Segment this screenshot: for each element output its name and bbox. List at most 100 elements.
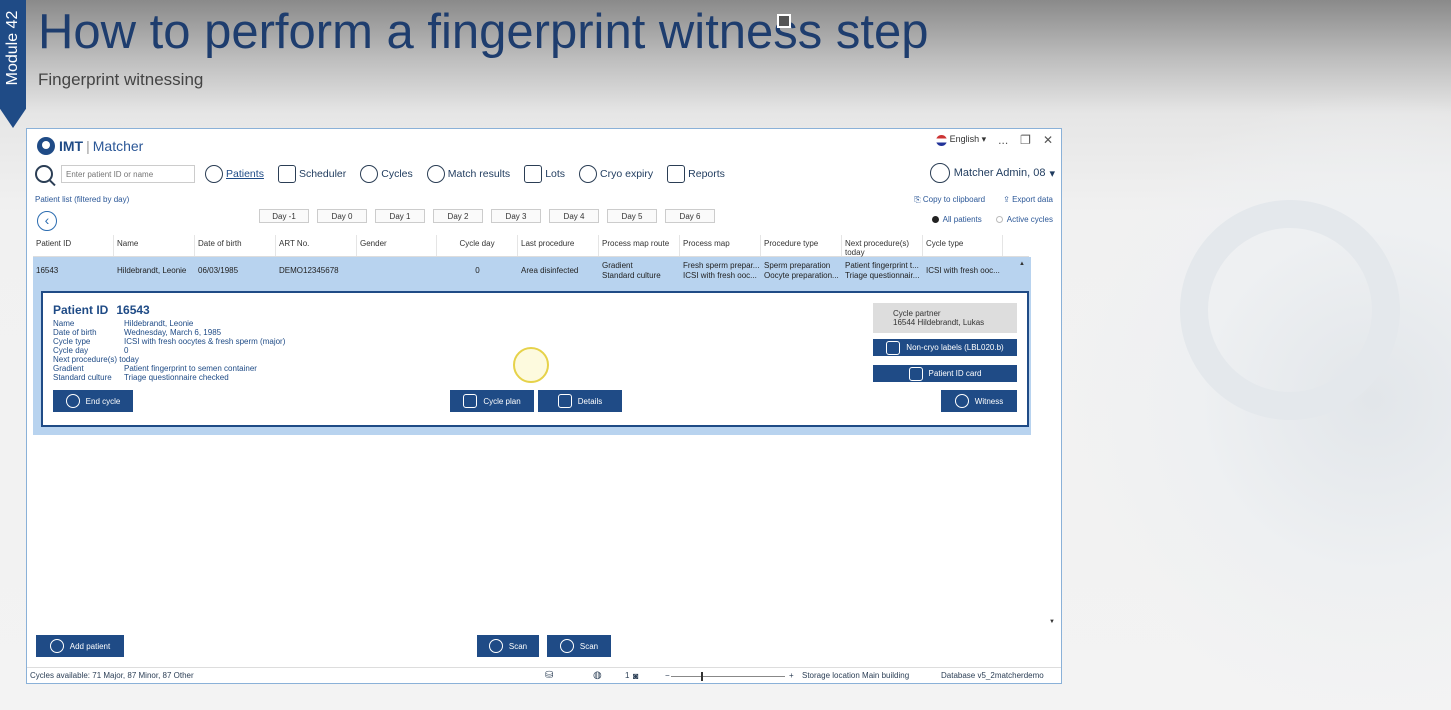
pid-value: 16543 xyxy=(116,303,150,317)
zoom-slider[interactable] xyxy=(671,672,785,681)
copy-label: Copy to clipboard xyxy=(922,195,986,204)
day-button[interactable]: Day 4 xyxy=(549,209,599,223)
restore-button[interactable]: ❐ xyxy=(1020,133,1031,147)
cycle-plan-icon xyxy=(463,394,478,408)
cell-art: DEMO12345678 xyxy=(279,266,339,275)
scan-fingerprint-button[interactable]: Scan xyxy=(477,635,539,657)
scan-barcode-button[interactable]: Scan xyxy=(547,635,611,657)
table-row[interactable]: 16543 Hildebrandt, Leonie 06/03/1985 DEM… xyxy=(33,257,1031,435)
calendar-icon xyxy=(277,165,296,183)
non-cryo-labels-button[interactable]: Non-cryo labels (LBL020.b) xyxy=(873,339,1017,356)
minimize-button[interactable]: ... xyxy=(998,133,1008,147)
list-label: Patient list (filtered by day) xyxy=(35,195,130,204)
search-icon[interactable] xyxy=(35,165,53,183)
database-name: Database v5_2matcherdemo xyxy=(941,671,1044,680)
column-header[interactable]: Next procedure(s) today xyxy=(842,235,923,257)
column-header[interactable]: Date of birth xyxy=(195,235,276,256)
user-name: Matcher Admin, 08 xyxy=(953,167,1046,179)
column-header[interactable]: Process map xyxy=(680,235,761,256)
end-cycle-button[interactable]: End cycle xyxy=(53,390,133,412)
user-menu[interactable]: Matcher Admin, 08 ▾ xyxy=(929,163,1055,183)
column-header[interactable]: Process map route xyxy=(599,235,680,256)
nav-lots[interactable]: Lots xyxy=(524,165,565,183)
column-header[interactable]: Last procedure xyxy=(518,235,599,256)
column-header[interactable]: Patient ID xyxy=(33,235,114,256)
zoom-out-icon[interactable]: − xyxy=(665,671,670,680)
detail-key: Cycle day xyxy=(53,346,89,355)
day-button[interactable]: Day 6 xyxy=(665,209,715,223)
details-button[interactable]: Details xyxy=(538,390,622,412)
nav-reports[interactable]: Reports xyxy=(667,165,725,183)
nav-bar: Patients Scheduler Cycles Match results … xyxy=(27,159,1061,189)
day-button[interactable]: Day 2 xyxy=(433,209,483,223)
column-header[interactable]: Cycle day xyxy=(437,235,518,256)
button-label: Scan xyxy=(579,641,599,651)
module-label: Module 42 xyxy=(4,10,21,86)
module-tab: Module 42 xyxy=(0,0,26,128)
background-ring xyxy=(1180,200,1400,420)
export-label: Export data xyxy=(1012,195,1053,204)
export-data-link[interactable]: ⇪ Export data xyxy=(1003,195,1053,205)
detail-value: Hildebrandt, Leonie xyxy=(124,319,194,328)
cycle-partner-box: Cycle partner 16544 Hildebrandt, Lukas xyxy=(873,303,1017,333)
day-button[interactable]: Day 5 xyxy=(607,209,657,223)
detail-value: Triage questionnaire checked xyxy=(124,373,229,382)
column-header[interactable]: Name xyxy=(114,235,195,256)
column-header[interactable]: Procedure type xyxy=(761,235,842,256)
column-header[interactable]: Gender xyxy=(357,235,437,256)
search-icon xyxy=(954,394,969,408)
back-arrow-icon[interactable]: ‹ xyxy=(37,211,57,231)
cycle-plan-button[interactable]: Cycle plan xyxy=(450,390,534,412)
day-filter: Day -1 Day 0 Day 1 Day 2 Day 3 Day 4 Day… xyxy=(259,209,715,223)
day-button[interactable]: Day 0 xyxy=(317,209,367,223)
day-button[interactable]: Day 1 xyxy=(375,209,425,223)
button-label: Details xyxy=(577,396,603,406)
cycles-available: Cycles available: 71 Major, 87 Minor, 87… xyxy=(30,671,194,680)
flag-icon xyxy=(935,134,947,146)
reports-icon xyxy=(667,165,686,183)
cell-last-procedure: Area disinfected xyxy=(521,266,579,275)
language-label: English xyxy=(949,134,980,145)
day-button[interactable]: Day -1 xyxy=(259,209,309,223)
close-button[interactable]: ✕ xyxy=(1043,133,1053,147)
detail-key: Standard culture xyxy=(53,373,112,382)
day-button[interactable]: Day 3 xyxy=(491,209,541,223)
external-window-icon[interactable] xyxy=(777,14,791,28)
column-header[interactable]: ART No. xyxy=(276,235,357,256)
column-header[interactable]: Cycle type xyxy=(923,235,1003,256)
nav-label: Match results xyxy=(447,168,511,180)
detail-row: Name Hildebrandt, Leonie xyxy=(53,319,285,328)
slider-knob[interactable] xyxy=(701,672,703,681)
radio-all-patients[interactable]: All patients xyxy=(931,215,982,224)
nav-label: Lots xyxy=(545,168,566,180)
patient-filter: All patients Active cycles xyxy=(931,215,1053,224)
nav-match-results[interactable]: Match results xyxy=(426,165,511,183)
scroll-down-icon[interactable]: ▼ xyxy=(1049,619,1055,625)
button-label: Patient ID card xyxy=(928,369,982,378)
language-select[interactable]: English ▾ xyxy=(935,134,986,146)
zoom-in-icon[interactable]: + xyxy=(789,671,794,680)
plus-icon xyxy=(49,639,64,653)
nav-patients[interactable]: Patients xyxy=(205,165,264,183)
printer-icon xyxy=(886,340,901,355)
scroll-up-icon[interactable]: ▲ xyxy=(1019,261,1025,267)
search-input[interactable] xyxy=(61,165,195,183)
nav-cryo-expiry[interactable]: Cryo expiry xyxy=(579,165,653,183)
partner-label: Cycle partner xyxy=(893,309,941,318)
nav-scheduler[interactable]: Scheduler xyxy=(277,165,346,183)
button-label: Witness xyxy=(974,396,1004,406)
radio-active-cycles[interactable]: Active cycles xyxy=(995,215,1053,224)
bottom-bar: Add patient Scan Scan xyxy=(27,631,1061,661)
patient-id-card-button[interactable]: Patient ID card xyxy=(873,365,1017,382)
detail-row: Next procedure(s) today xyxy=(53,355,285,364)
witness-button[interactable]: Witness xyxy=(941,390,1017,412)
status-bar: Cycles available: 71 Major, 87 Minor, 87… xyxy=(27,667,1061,683)
add-patient-button[interactable]: Add patient xyxy=(36,635,124,657)
fingerprint-icon xyxy=(488,639,503,653)
cell-patient-id: 16543 xyxy=(36,266,59,275)
route-line: Standard culture xyxy=(602,271,661,280)
copy-clipboard-link[interactable]: ⎘ Copy to clipboard xyxy=(914,195,985,205)
nav-cycles[interactable]: Cycles xyxy=(360,165,413,183)
database-link-icon[interactable]: ⛁ xyxy=(545,670,553,681)
detail-key: Name xyxy=(53,319,75,328)
